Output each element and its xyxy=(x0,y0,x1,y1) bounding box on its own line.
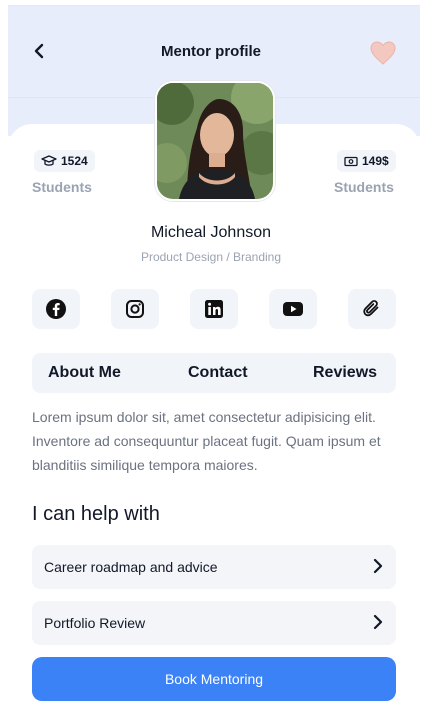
chevron-right-icon xyxy=(373,614,383,630)
price-label: Students xyxy=(334,179,394,195)
help-section-title: I can help with xyxy=(32,503,160,525)
instagram-button[interactable] xyxy=(111,289,159,329)
mentor-role: Product Design / Branding xyxy=(140,250,282,264)
graduation-cap-icon xyxy=(41,155,57,166)
page-title: Mentor profile xyxy=(161,43,261,60)
help-item-label: Career roadmap and advice xyxy=(44,559,218,575)
mentor-name: Micheal Johnson xyxy=(150,224,272,241)
price-value: 149$ xyxy=(362,154,389,168)
help-item-portfolio-review[interactable]: Portfolio Review xyxy=(32,601,396,645)
tab-about-me[interactable]: About Me xyxy=(48,364,121,382)
about-text: Lorem ipsum dolor sit, amet consectetur … xyxy=(32,409,381,473)
price-stat-pill: 149$ xyxy=(337,150,396,172)
youtube-button[interactable] xyxy=(269,289,317,329)
book-mentoring-button[interactable]: Book Mentoring xyxy=(32,657,396,701)
instagram-icon xyxy=(126,300,144,318)
paperclip-icon xyxy=(363,300,379,317)
linkedin-button[interactable] xyxy=(190,289,238,329)
facebook-icon xyxy=(46,299,66,319)
students-stat-pill: 1524 xyxy=(34,150,95,172)
heart-icon[interactable] xyxy=(369,40,397,66)
students-label: Students xyxy=(32,179,92,195)
students-count: 1524 xyxy=(61,154,88,168)
chevron-right-icon xyxy=(373,558,383,574)
tab-contact[interactable]: Contact xyxy=(188,364,248,382)
avatar xyxy=(155,81,275,201)
book-mentoring-label: Book Mentoring xyxy=(164,671,264,687)
facebook-button[interactable] xyxy=(32,289,80,329)
tab-reviews[interactable]: Reviews xyxy=(313,364,377,382)
cash-icon xyxy=(344,156,358,166)
help-item-label: Portfolio Review xyxy=(44,615,146,631)
youtube-icon xyxy=(283,302,303,316)
help-item-career-roadmap[interactable]: Career roadmap and advice xyxy=(32,545,396,589)
mentor-photo xyxy=(157,83,273,199)
attachment-button[interactable] xyxy=(348,289,396,329)
linkedin-icon xyxy=(205,300,223,318)
